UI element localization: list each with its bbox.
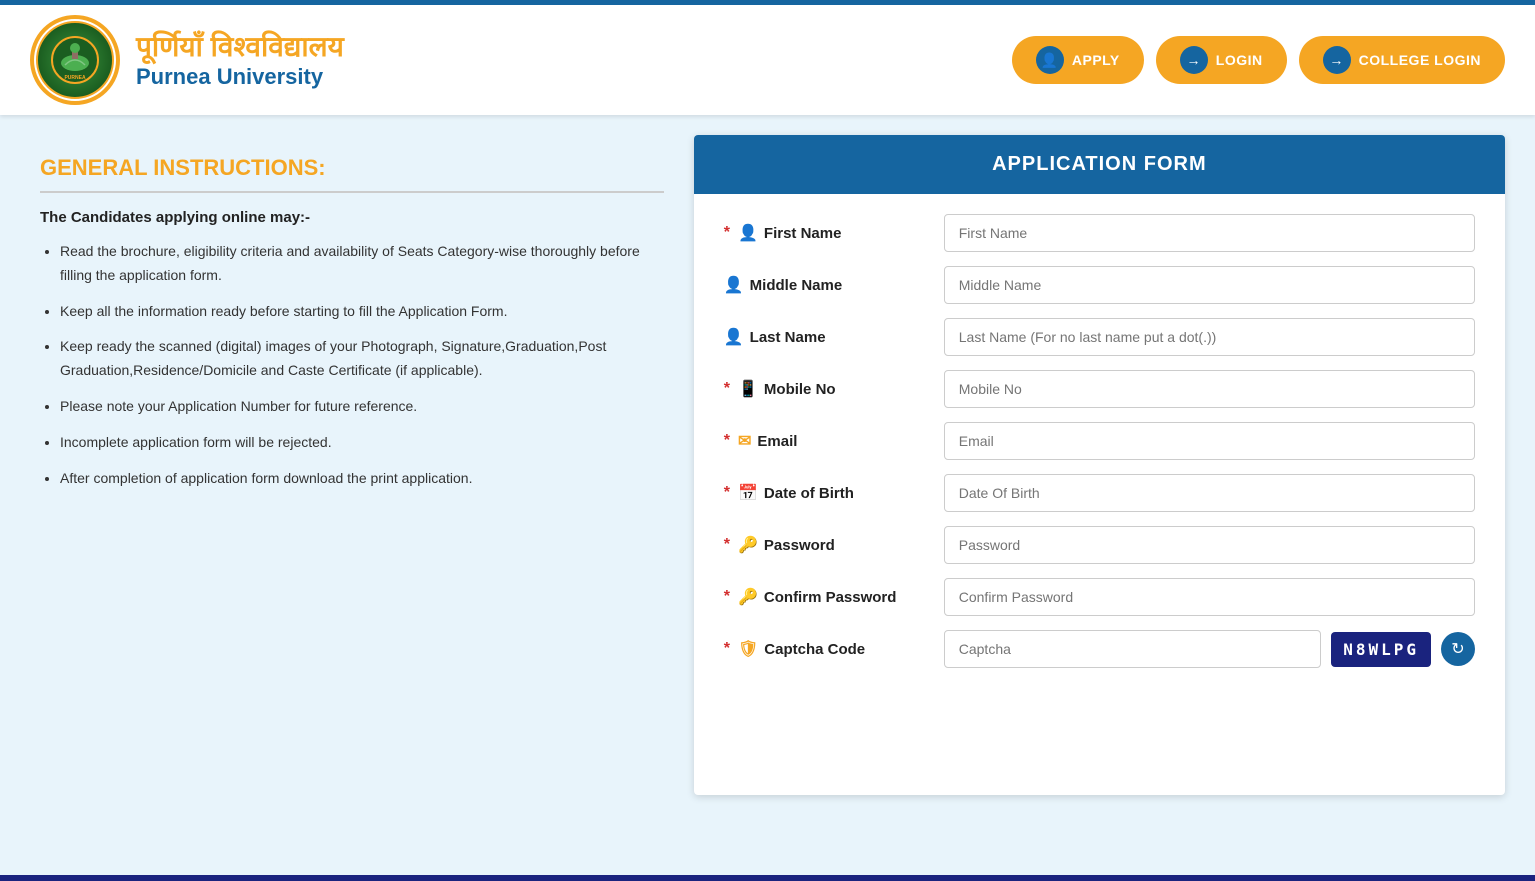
email-icon: ✉ — [738, 431, 751, 451]
firstname-label-text: First Name — [764, 225, 842, 242]
logo-inner: PURNEA — [36, 21, 114, 99]
dob-input[interactable] — [944, 474, 1475, 512]
confirm-password-input[interactable] — [944, 578, 1475, 616]
form-row-password: * 🔑 Password — [724, 526, 1475, 564]
list-item: Please note your Application Number for … — [60, 395, 664, 419]
apply-icon: 👤 — [1036, 46, 1064, 74]
form-title: APPLICATION FORM — [694, 135, 1505, 194]
required-star: * — [724, 484, 730, 502]
required-star: * — [724, 224, 730, 242]
form-row-captcha: * 🛡 Captcha Code N8WLPG ↻ — [724, 630, 1475, 668]
university-title: पूर्णियाँ विश्वविद्यालय Purnea Universit… — [136, 30, 344, 90]
required-star: * — [724, 640, 730, 658]
lastname-input[interactable] — [944, 318, 1475, 356]
form-row-email: * ✉ Email — [724, 422, 1475, 460]
email-input[interactable] — [944, 422, 1475, 460]
label-middlename: 👤 Middle Name — [724, 275, 944, 295]
college-login-label: COLLEGE LOGIN — [1359, 52, 1481, 68]
dob-label-text: Date of Birth — [764, 485, 854, 502]
key-icon: 🔑 — [738, 587, 758, 607]
list-item: Keep ready the scanned (digital) images … — [60, 335, 664, 383]
label-firstname: * 👤 First Name — [724, 223, 944, 243]
label-mobile: * 📱 Mobile No — [724, 379, 944, 399]
university-name-hindi: पूर्णियाँ विश्वविद्यालय — [136, 30, 344, 64]
person-icon: 👤 — [724, 327, 744, 347]
confirm-password-label-text: Confirm Password — [764, 589, 897, 606]
label-dob: * 📅 Date of Birth — [724, 483, 944, 503]
form-row-dob: * 📅 Date of Birth — [724, 474, 1475, 512]
label-email: * ✉ Email — [724, 431, 944, 451]
form-row-confirm-password: * 🔑 Confirm Password — [724, 578, 1475, 616]
application-form-panel: APPLICATION FORM * 👤 First Name 👤 Middle… — [694, 135, 1505, 795]
middlename-label-text: Middle Name — [750, 277, 843, 294]
mobile-input[interactable] — [944, 370, 1475, 408]
required-star: * — [724, 380, 730, 398]
middlename-input[interactable] — [944, 266, 1475, 304]
instructions-subtitle: The Candidates applying online may:- — [40, 209, 664, 226]
shield-icon: 🛡 — [738, 639, 758, 659]
label-captcha: * 🛡 Captcha Code — [724, 639, 944, 659]
list-item: After completion of application form dow… — [60, 467, 664, 491]
form-row-lastname: 👤 Last Name — [724, 318, 1475, 356]
password-input[interactable] — [944, 526, 1475, 564]
captcha-area: N8WLPG ↻ — [944, 630, 1475, 668]
label-password: * 🔑 Password — [724, 535, 944, 555]
brand-area: PURNEA पूर्णियाँ विश्वविद्यालय Purnea Un… — [30, 15, 344, 105]
page-header: PURNEA पूर्णियाँ विश्वविद्यालय Purnea Un… — [0, 0, 1535, 115]
instructions-divider — [40, 191, 664, 193]
phone-icon: 📱 — [738, 379, 758, 399]
form-row-mobile: * 📱 Mobile No — [724, 370, 1475, 408]
required-star: * — [724, 588, 730, 606]
list-item: Read the brochure, eligibility criteria … — [60, 240, 664, 288]
university-logo: PURNEA — [30, 15, 120, 105]
login-button[interactable]: → LOGIN — [1156, 36, 1287, 84]
university-name-english: Purnea University — [136, 64, 344, 90]
list-item: Incomplete application form will be reje… — [60, 431, 664, 455]
lastname-label-text: Last Name — [750, 329, 826, 346]
login-icon: → — [1180, 46, 1208, 74]
college-login-button[interactable]: → COLLEGE LOGIN — [1299, 36, 1505, 84]
bottom-bar — [0, 875, 1535, 881]
college-login-icon: → — [1323, 46, 1351, 74]
password-label-text: Password — [764, 537, 835, 554]
form-row-firstname: * 👤 First Name — [724, 214, 1475, 252]
mobile-label-text: Mobile No — [764, 381, 836, 398]
firstname-input[interactable] — [944, 214, 1475, 252]
captcha-refresh-button[interactable]: ↻ — [1441, 632, 1475, 666]
key-icon: 🔑 — [738, 535, 758, 555]
apply-button[interactable]: 👤 APPLY — [1012, 36, 1144, 84]
instructions-list: Read the brochure, eligibility criteria … — [40, 240, 664, 490]
logo-svg: PURNEA — [50, 35, 100, 85]
form-row-middlename: 👤 Middle Name — [724, 266, 1475, 304]
main-content: GENERAL INSTRUCTIONS: The Candidates app… — [0, 115, 1535, 815]
email-label-text: Email — [757, 433, 797, 450]
form-body: * 👤 First Name 👤 Middle Name 👤 Last Nam — [694, 194, 1505, 702]
instructions-title: GENERAL INSTRUCTIONS: — [40, 155, 664, 181]
captcha-label-text: Captcha Code — [764, 641, 865, 658]
svg-text:PURNEA: PURNEA — [64, 75, 86, 81]
captcha-input[interactable] — [944, 630, 1321, 668]
required-star: * — [724, 432, 730, 450]
header-buttons: 👤 APPLY → LOGIN → COLLEGE LOGIN — [1012, 36, 1505, 84]
label-lastname: 👤 Last Name — [724, 327, 944, 347]
instructions-panel: GENERAL INSTRUCTIONS: The Candidates app… — [30, 135, 694, 795]
person-icon: 👤 — [724, 275, 744, 295]
required-star: * — [724, 536, 730, 554]
calendar-icon: 📅 — [738, 483, 758, 503]
captcha-image: N8WLPG — [1331, 632, 1431, 667]
login-label: LOGIN — [1216, 52, 1263, 68]
person-icon: 👤 — [738, 223, 758, 243]
list-item: Keep all the information ready before st… — [60, 300, 664, 324]
label-confirm-password: * 🔑 Confirm Password — [724, 587, 944, 607]
apply-label: APPLY — [1072, 52, 1120, 68]
